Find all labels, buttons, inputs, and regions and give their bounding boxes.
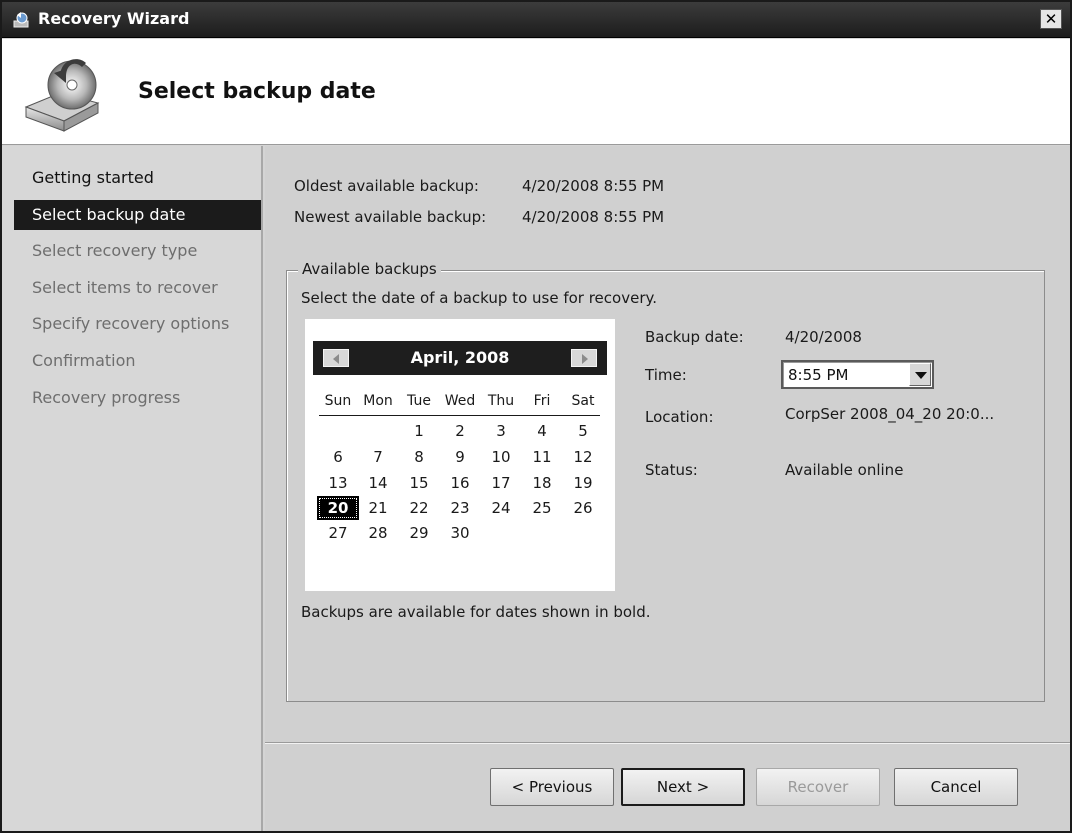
arrow-right-icon [582,354,588,364]
calendar-day[interactable]: 3 [480,419,522,443]
backup-date-label: Backup date: [645,328,744,346]
weekday-header: Wed [444,393,476,409]
calendar-day-selected[interactable]: 20 [317,496,359,520]
calendar-day[interactable]: 11 [521,445,563,469]
step-select-backup-date[interactable]: Select backup date [14,200,261,230]
bold-dates-note: Backups are available for dates shown in… [301,603,651,621]
calendar-day[interactable]: 12 [562,445,604,469]
weekday-header: Sat [571,393,595,409]
calendar-day[interactable]: 13 [317,471,359,495]
step-select-recovery-type: Select recovery type [32,241,198,260]
calendar-header: April, 2008 [313,341,607,375]
oldest-backup-value: 4/20/2008 8:55 PM [522,177,665,195]
available-backups-legend: Available backups [298,260,441,278]
calendar-day[interactable]: 9 [439,445,481,469]
next-button[interactable]: Next > [621,768,745,806]
newest-backup-value: 4/20/2008 8:55 PM [522,208,665,226]
calendar-day[interactable]: 8 [398,445,440,469]
calendar-day[interactable]: 26 [562,496,604,520]
calendar-day[interactable]: 24 [480,496,522,520]
calendar-day[interactable]: 4 [521,419,563,443]
calendar-day[interactable]: 18 [521,471,563,495]
location-value: CorpSer 2008_04_20 20:0... [785,405,995,423]
backup-calendar[interactable]: April, 2008 Sun Mon Tue Wed Thu Fri Sat 1 2 3 4 5 6 7… [305,319,615,591]
instruction-text: Select the date of a backup to use for r… [301,289,657,307]
calendar-day[interactable]: 15 [398,471,440,495]
backup-app-icon [13,12,29,28]
calendar-day[interactable]: 10 [480,445,522,469]
close-button[interactable]: ✕ [1040,9,1062,29]
calendar-day[interactable]: 17 [480,471,522,495]
footer-divider [265,743,1070,744]
recovery-wizard-window: Recovery Wizard ✕ Select backup date Get… [0,0,1072,833]
previous-button[interactable]: < Previous [490,768,614,806]
weekday-header: Fri [533,393,551,409]
calendar-day[interactable]: 21 [357,496,399,520]
step-specify-recovery-options: Specify recovery options [32,314,230,333]
newest-backup-label: Newest available backup: [294,208,487,226]
chevron-down-icon [915,372,927,379]
time-dropdown[interactable]: 8:55 PM [781,360,934,389]
calendar-day[interactable]: 27 [317,521,359,545]
weekday-header: Tue [407,393,431,409]
calendar-day[interactable]: 14 [357,471,399,495]
weekday-header: Thu [487,393,515,409]
status-value: Available online [785,461,904,479]
calendar-day[interactable]: 19 [562,471,604,495]
step-select-items-to-recover: Select items to recover [32,278,218,297]
calendar-day[interactable]: 25 [521,496,563,520]
backup-date-value: 4/20/2008 [785,328,862,346]
title-bar[interactable]: Recovery Wizard ✕ [2,2,1070,38]
calendar-day[interactable]: 6 [317,445,359,469]
time-label: Time: [645,366,687,384]
cancel-button[interactable]: Cancel [894,768,1018,806]
weekday-header: Sun [324,393,352,409]
dropdown-arrow-button[interactable] [909,363,931,386]
step-getting-started[interactable]: Getting started [14,163,261,193]
time-dropdown-value: 8:55 PM [788,366,849,384]
page-title: Select backup date [138,79,376,104]
wizard-header: Select backup date [2,39,1070,145]
next-month-button[interactable] [571,349,597,367]
location-label: Location: [645,408,714,426]
calendar-day[interactable]: 7 [357,445,399,469]
calendar-day[interactable]: 23 [439,496,481,520]
status-label: Status: [645,461,698,479]
calendar-day[interactable]: 16 [439,471,481,495]
step-confirmation: Confirmation [32,351,136,370]
recover-button: Recover [756,768,880,806]
step-recovery-progress: Recovery progress [32,388,181,407]
wizard-steps-sidebar: Getting started Select backup date Selec… [2,146,263,831]
oldest-backup-label: Oldest available backup: [294,177,479,195]
calendar-day[interactable]: 22 [398,496,440,520]
calendar-day[interactable]: 2 [439,419,481,443]
calendar-day[interactable]: 30 [439,521,481,545]
calendar-day[interactable]: 5 [562,419,604,443]
weekday-divider [319,415,600,416]
close-icon: ✕ [1044,10,1058,28]
calendar-month-label: April, 2008 [410,348,510,367]
calendar-day[interactable]: 1 [398,419,440,443]
calendar-day[interactable]: 29 [398,521,440,545]
window-title: Recovery Wizard [38,9,190,28]
calendar-day[interactable]: 28 [357,521,399,545]
backup-drive-icon [24,59,100,132]
weekday-header: Mon [363,393,393,409]
